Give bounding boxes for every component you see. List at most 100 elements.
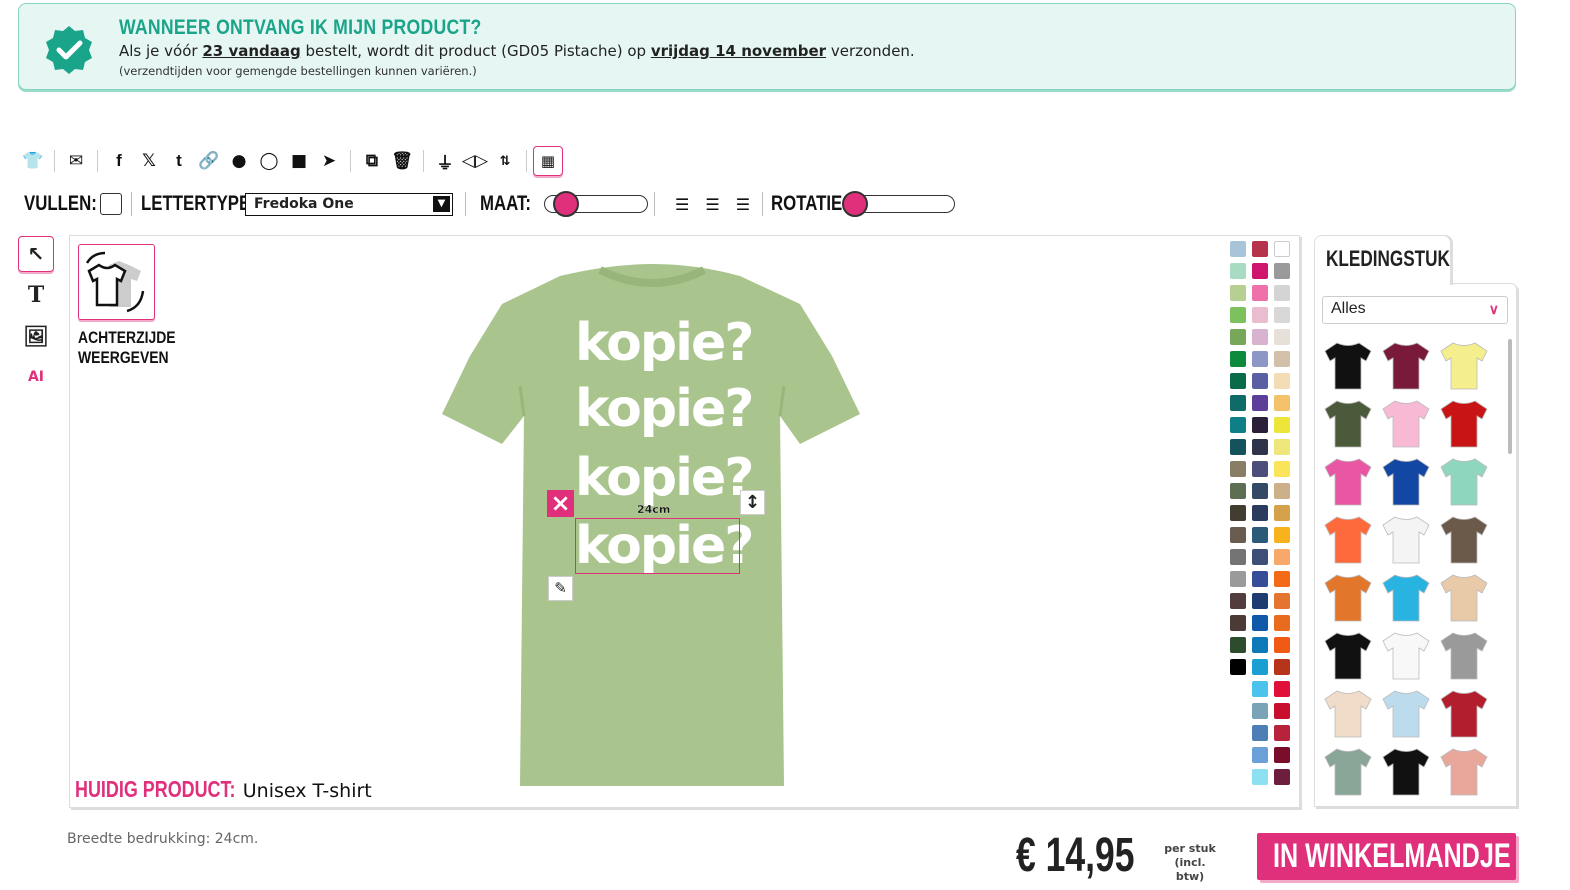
garment-thumbnail[interactable] (1381, 687, 1431, 739)
cutoff-time-link[interactable]: 23 vandaag (202, 42, 300, 60)
garment-thumbnail[interactable] (1439, 513, 1489, 565)
ai-tool-icon[interactable]: AI (18, 359, 54, 395)
color-swatch[interactable] (1274, 725, 1290, 741)
color-swatch[interactable] (1274, 417, 1290, 433)
color-swatch[interactable] (1230, 593, 1246, 609)
fill-checkbox[interactable] (100, 193, 122, 215)
color-swatch[interactable] (1274, 461, 1290, 477)
rotation-slider[interactable] (842, 191, 956, 217)
color-swatch[interactable] (1274, 373, 1290, 389)
color-swatch[interactable] (1252, 461, 1268, 477)
garment-thumbnail[interactable] (1439, 745, 1489, 797)
garment-thumbnail[interactable] (1439, 397, 1489, 449)
tumblr-icon[interactable]: t (164, 146, 194, 176)
color-swatch[interactable] (1252, 681, 1268, 697)
color-swatch[interactable] (1252, 439, 1268, 455)
text-tool-icon[interactable]: T (18, 277, 54, 313)
color-swatch[interactable] (1252, 241, 1268, 257)
garment-thumbnail[interactable] (1381, 339, 1431, 391)
color-swatch[interactable] (1230, 241, 1246, 257)
color-swatch[interactable] (1252, 417, 1268, 433)
color-swatch[interactable] (1274, 615, 1290, 631)
garment-thumbnail[interactable] (1439, 455, 1489, 507)
color-swatch[interactable] (1274, 637, 1290, 653)
color-swatch[interactable] (1252, 571, 1268, 587)
garment-thumbnail[interactable] (1323, 513, 1373, 565)
garment-thumbnail[interactable] (1323, 687, 1373, 739)
color-swatch[interactable] (1252, 483, 1268, 499)
show-back-label[interactable]: ACHTERZIJDE WEERGEVEN (78, 328, 176, 368)
garment-thumbnail[interactable] (1381, 571, 1431, 623)
x-icon[interactable]: 𝕏 (134, 146, 164, 176)
color-swatch[interactable] (1230, 615, 1246, 631)
color-swatch[interactable] (1274, 527, 1290, 543)
garment-thumbnail[interactable] (1381, 629, 1431, 681)
size-slider-knob[interactable] (553, 191, 579, 217)
garment-thumbnail[interactable] (1381, 397, 1431, 449)
color-swatch[interactable] (1252, 549, 1268, 565)
align-center-icon[interactable]: ⏚ (430, 146, 460, 176)
garment-thumbnail[interactable] (1439, 629, 1489, 681)
color-swatch[interactable] (1274, 571, 1290, 587)
garment-thumbnail[interactable] (1323, 397, 1373, 449)
telegram-icon[interactable]: ➤ (314, 146, 344, 176)
color-swatch[interactable] (1274, 483, 1290, 499)
color-swatch[interactable] (1230, 417, 1246, 433)
color-swatch[interactable] (1252, 263, 1268, 279)
color-swatch[interactable] (1274, 241, 1290, 257)
color-swatch[interactable] (1274, 329, 1290, 345)
color-swatch[interactable] (1252, 285, 1268, 301)
grid-snap-icon[interactable]: ▦ (533, 146, 563, 176)
design-canvas[interactable]: ACHTERZIJDE WEERGEVEN kopie? kopie? kopie… (69, 235, 1300, 808)
color-swatch[interactable] (1252, 725, 1268, 741)
color-swatch[interactable] (1252, 351, 1268, 367)
design-text-3[interactable]: kopie? (575, 448, 754, 508)
garment-thumbnail[interactable] (1381, 745, 1431, 797)
garment-thumbnail[interactable] (1439, 339, 1489, 391)
color-swatch[interactable] (1274, 747, 1290, 763)
color-swatch[interactable] (1252, 395, 1268, 411)
color-swatch[interactable] (1274, 263, 1290, 279)
color-swatch[interactable] (1230, 307, 1246, 323)
color-swatch[interactable] (1252, 615, 1268, 631)
whatsapp-icon[interactable]: ◯ (254, 146, 284, 176)
color-swatch[interactable] (1230, 505, 1246, 521)
edit-handle-icon[interactable]: ✎ (548, 576, 573, 601)
color-swatch[interactable] (1230, 395, 1246, 411)
flip-vertical-icon[interactable]: ⇅ (490, 146, 520, 176)
color-swatch[interactable] (1274, 505, 1290, 521)
color-swatch[interactable] (1274, 285, 1290, 301)
add-to-cart-button[interactable]: IN WINKELMANDJE (1257, 833, 1516, 880)
tab-garment[interactable]: KLEDINGSTUK (1314, 235, 1451, 285)
color-swatch[interactable] (1252, 329, 1268, 345)
selection-box[interactable] (575, 518, 740, 574)
color-swatch[interactable] (1252, 659, 1268, 675)
rotation-slider-knob[interactable] (842, 191, 869, 217)
image-tool-icon[interactable]: 🖼 (18, 318, 54, 354)
color-swatch[interactable] (1230, 637, 1246, 653)
color-swatch[interactable] (1252, 593, 1268, 609)
color-swatch[interactable] (1230, 461, 1246, 477)
ship-date-link[interactable]: vrijdag 14 november (651, 42, 826, 60)
resize-handle-icon[interactable]: ↕ (740, 490, 765, 515)
align-right-icon[interactable]: ☰ (736, 195, 750, 214)
garment-thumbnail[interactable] (1381, 455, 1431, 507)
color-swatch[interactable] (1230, 263, 1246, 279)
scrollbar[interactable] (1508, 339, 1512, 454)
color-swatch[interactable] (1230, 549, 1246, 565)
garment-thumbnail[interactable] (1439, 571, 1489, 623)
facebook-icon[interactable]: f (104, 146, 134, 176)
color-swatch[interactable] (1230, 659, 1246, 675)
color-swatch[interactable] (1230, 373, 1246, 389)
flip-horizontal-icon[interactable]: ◁▷ (460, 146, 490, 176)
color-swatch[interactable] (1274, 439, 1290, 455)
color-swatch[interactable] (1230, 571, 1246, 587)
garment-thumbnail[interactable] (1323, 745, 1373, 797)
color-swatch[interactable] (1274, 395, 1290, 411)
color-swatch[interactable] (1252, 307, 1268, 323)
design-text-1[interactable]: kopie? (575, 313, 754, 373)
color-swatch[interactable] (1274, 659, 1290, 675)
garment-thumbnail[interactable] (1439, 687, 1489, 739)
reddit-icon[interactable]: ● (224, 146, 254, 176)
color-swatch[interactable] (1252, 769, 1268, 785)
